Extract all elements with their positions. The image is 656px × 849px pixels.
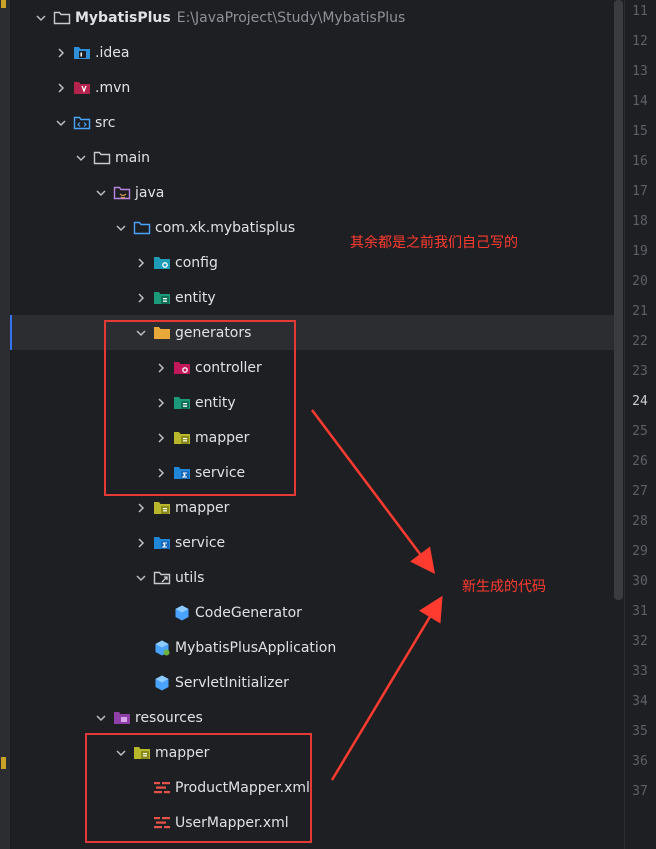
arrow-to-note-from-generators (311, 409, 435, 574)
annotation-arrows (311, 409, 443, 781)
arrow-to-note-from-resources (330, 595, 443, 781)
